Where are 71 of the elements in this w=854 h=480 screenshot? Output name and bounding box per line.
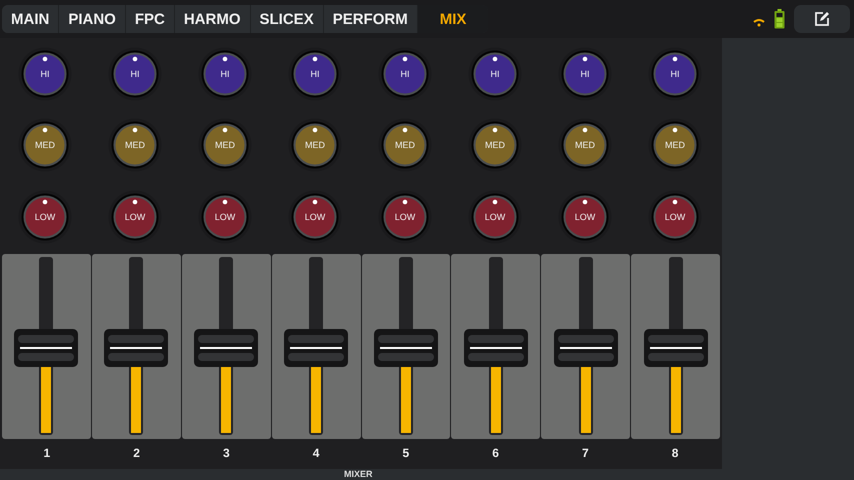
knob-label: HI [310, 68, 320, 80]
edit-icon [814, 11, 830, 27]
battery-icon [774, 9, 785, 29]
knob[interactable]: LOW [558, 190, 612, 244]
knob[interactable]: MED [558, 118, 612, 172]
knob[interactable]: MED [468, 118, 522, 172]
fader-handle[interactable] [644, 329, 708, 367]
fader-handle[interactable] [554, 329, 618, 367]
knob-label: MED [304, 139, 326, 152]
knob-label: LOW [574, 210, 596, 223]
knob[interactable]: MED [18, 118, 72, 172]
knob[interactable]: LOW [378, 190, 432, 244]
footer-title: MIXER [344, 469, 373, 479]
knob-label: MED [484, 139, 506, 152]
knob-label: MED [664, 139, 686, 152]
knob-label: MED [34, 139, 56, 152]
knob-label: HI [490, 68, 500, 80]
knob[interactable]: LOW [288, 190, 342, 244]
channel-number: 5 [402, 446, 410, 460]
fader-handle[interactable] [14, 329, 78, 367]
tab[interactable]: MIX [418, 5, 488, 33]
wifi-icon [753, 18, 765, 26]
knob-label: LOW [214, 210, 236, 223]
knob-label: HI [40, 68, 50, 80]
knob-label: MED [124, 139, 146, 152]
fader-handle[interactable] [374, 329, 438, 367]
fader-handle[interactable] [194, 329, 258, 367]
edit-button[interactable] [794, 5, 850, 33]
knob[interactable]: HI [648, 46, 702, 101]
knob[interactable]: LOW [468, 190, 522, 244]
knob-label: MED [574, 139, 596, 152]
knob-label: LOW [124, 210, 146, 223]
knob-label: HI [220, 68, 230, 80]
fader-handle[interactable] [104, 329, 168, 367]
fader-handle[interactable] [464, 329, 528, 367]
knob-label: MED [214, 139, 236, 152]
knob-label: MED [394, 139, 416, 152]
channel-number: 1 [44, 446, 50, 460]
knob[interactable]: HI [198, 46, 252, 101]
knob-label: LOW [484, 210, 506, 223]
knob[interactable]: MED [198, 118, 252, 172]
channel-number: 7 [582, 446, 589, 460]
channel-number: 3 [223, 446, 230, 460]
knob-label: LOW [304, 210, 326, 223]
knob[interactable]: HI [558, 46, 612, 101]
channel-number: 4 [312, 446, 320, 460]
knob-label: LOW [34, 210, 56, 223]
channel-number: 2 [133, 446, 140, 460]
knob[interactable]: HI [468, 46, 522, 101]
knob[interactable]: LOW [198, 190, 252, 244]
knob-label: HI [400, 68, 410, 80]
channel-number: 8 [672, 446, 678, 460]
knob-label: HI [580, 68, 590, 80]
knob-label: LOW [664, 210, 686, 223]
tab[interactable]: MAIN [2, 5, 60, 33]
knob[interactable]: LOW [648, 190, 702, 244]
knob[interactable]: LOW [18, 190, 72, 244]
knob[interactable]: MED [108, 118, 162, 172]
knob[interactable]: HI [378, 46, 432, 101]
knob[interactable]: HI [108, 46, 162, 101]
knob-label: LOW [394, 210, 416, 223]
knob[interactable]: MED [288, 118, 342, 172]
fader-handle[interactable] [284, 329, 348, 367]
channel-number: 6 [492, 446, 499, 460]
knob[interactable]: HI [288, 46, 342, 101]
knob[interactable]: LOW [108, 190, 162, 244]
knob[interactable]: HI [18, 46, 72, 101]
knob-label: HI [130, 68, 140, 80]
knob[interactable]: MED [648, 118, 702, 172]
knob[interactable]: MED [378, 118, 432, 172]
knob-label: HI [670, 68, 680, 80]
